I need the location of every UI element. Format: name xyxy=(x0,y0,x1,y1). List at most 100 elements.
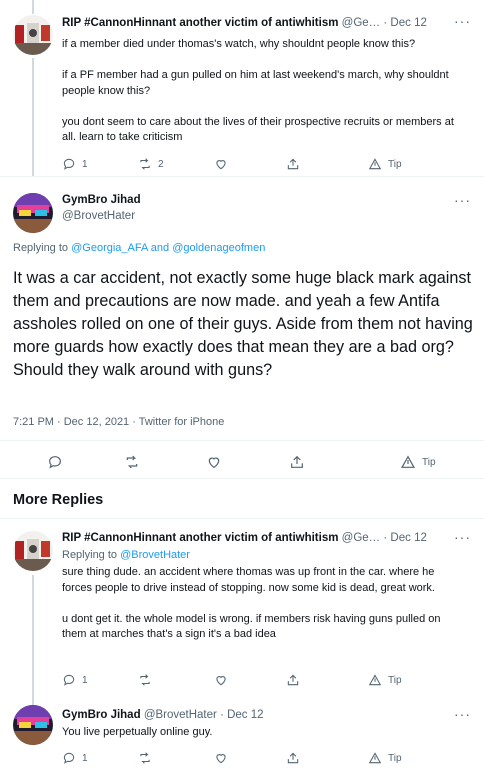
tip-icon xyxy=(368,752,382,764)
retweet-button[interactable] xyxy=(138,751,152,765)
more-icon[interactable]: ··· xyxy=(454,707,470,721)
share-icon xyxy=(287,752,299,764)
tip-label: Tip xyxy=(388,752,402,764)
tweet-text: You live perpetually online guy. xyxy=(62,726,213,738)
like-button[interactable] xyxy=(206,454,222,470)
share-button[interactable] xyxy=(286,751,300,765)
like-button[interactable] xyxy=(214,673,228,687)
reply-icon xyxy=(63,158,75,170)
tweet-paragraph: sure thing dude. an accident where thoma… xyxy=(62,566,435,594)
replying-user-link[interactable]: @BrovetHater xyxy=(120,549,190,561)
reply-button[interactable]: 1 xyxy=(62,673,88,687)
replying-to: Replying to @Georgia_AFA and @goldenageo… xyxy=(13,242,265,254)
reply-button[interactable]: 1 xyxy=(62,157,88,171)
separator-dot: · xyxy=(220,709,224,721)
reply-count: 1 xyxy=(82,158,88,170)
replying-prefix: Replying to xyxy=(62,549,118,561)
tweet-date[interactable]: Dec 12 xyxy=(390,17,426,29)
divider xyxy=(0,176,484,177)
author-handle[interactable]: @Ge… xyxy=(342,17,381,29)
reply-button[interactable]: 1 xyxy=(62,751,88,765)
reply-count: 1 xyxy=(82,752,88,764)
reply-tweet[interactable]: RIP #CannonHinnant another victim of ant… xyxy=(0,519,484,705)
avatar[interactable] xyxy=(13,193,53,233)
tip-icon xyxy=(368,158,382,170)
retweet-count: 2 xyxy=(158,158,164,170)
tip-label: Tip xyxy=(388,158,402,170)
tip-label: Tip xyxy=(422,456,436,468)
thread-line-below-avatar xyxy=(32,58,34,176)
share-button[interactable] xyxy=(289,454,305,470)
replying-and: and xyxy=(150,242,170,254)
author-name[interactable]: RIP #CannonHinnant another victim of ant… xyxy=(62,17,338,29)
tweet-meta[interactable]: 7:21 PM · Dec 12, 2021 · Twitter for iPh… xyxy=(13,416,224,428)
share-button[interactable] xyxy=(286,673,300,687)
heart-icon xyxy=(208,457,220,469)
author-handle[interactable]: @BrovetHater xyxy=(62,210,135,222)
author-handle[interactable]: @Ge… xyxy=(342,532,381,544)
author-name[interactable]: RIP #CannonHinnant another victim of ant… xyxy=(62,532,338,544)
tweet-text: sure thing dude. an accident where thoma… xyxy=(62,565,462,643)
more-replies-heading: More Replies xyxy=(13,492,104,508)
avatar[interactable] xyxy=(13,531,53,571)
more-icon[interactable]: ··· xyxy=(454,193,470,207)
tweet-paragraph: u dont get it. the whole model is wrong.… xyxy=(62,612,441,641)
reply-button[interactable] xyxy=(47,454,63,470)
tweet-paragraph: if a member died under thomas's watch, w… xyxy=(62,38,416,50)
divider xyxy=(0,478,484,479)
thread-line-top xyxy=(32,695,34,704)
top-tweet[interactable]: RIP #CannonHinnant another victim of ant… xyxy=(0,0,484,176)
replying-user-link[interactable]: @goldenageofmen xyxy=(172,242,265,254)
replying-prefix: Replying to xyxy=(13,242,69,254)
author-name[interactable]: GymBro Jihad xyxy=(62,194,141,206)
main-tweet-text: It was a car accident, not exactly some … xyxy=(13,269,473,379)
retweet-icon xyxy=(140,752,150,764)
tweet-actions: 1 Tip xyxy=(62,751,422,767)
tweet-header: GymBro Jihad @BrovetHater · Dec 12 xyxy=(62,709,264,721)
tip-button[interactable]: Tip xyxy=(400,454,436,470)
author-name[interactable]: GymBro Jihad xyxy=(62,709,141,721)
avatar[interactable] xyxy=(13,705,53,745)
like-button[interactable] xyxy=(214,751,228,765)
thread-line-top xyxy=(32,0,34,14)
replying-user-link[interactable]: @Georgia_AFA xyxy=(71,242,148,254)
author-handle[interactable]: @BrovetHater xyxy=(144,709,217,721)
more-icon[interactable]: ··· xyxy=(454,14,470,28)
heart-icon xyxy=(216,676,226,686)
tweet-actions: 1 2 Tip xyxy=(62,157,422,173)
share-button[interactable] xyxy=(286,157,300,171)
tip-icon xyxy=(400,455,416,468)
tweet-date[interactable]: Dec 12 xyxy=(390,532,426,544)
tweet-header: RIP #CannonHinnant another victim of ant… xyxy=(62,17,427,29)
reply-icon xyxy=(63,674,75,686)
tweet-paragraph: if a PF member had a gun pulled on him a… xyxy=(62,69,449,97)
more-icon[interactable]: ··· xyxy=(454,530,470,544)
retweet-button[interactable] xyxy=(124,454,140,470)
tip-icon xyxy=(368,674,382,686)
divider xyxy=(0,440,484,441)
like-button[interactable] xyxy=(214,157,228,171)
tip-button[interactable]: Tip xyxy=(368,157,402,171)
separator-dot: · xyxy=(383,532,388,544)
share-icon xyxy=(291,455,303,468)
reply-tweet[interactable]: GymBro Jihad @BrovetHater · Dec 12 ··· Y… xyxy=(0,695,484,770)
retweet-button[interactable]: 2 xyxy=(138,157,164,171)
share-icon xyxy=(287,158,299,170)
retweet-icon xyxy=(140,158,150,170)
heart-icon xyxy=(216,754,226,764)
replying-to: Replying to @BrovetHater xyxy=(62,549,190,561)
tweet-paragraph: you dont seem to care about the lives of… xyxy=(62,115,454,144)
main-tweet-actions: Tip xyxy=(0,454,484,472)
retweet-icon xyxy=(140,674,150,686)
avatar[interactable] xyxy=(13,15,53,55)
reply-icon xyxy=(63,752,75,764)
retweet-button[interactable] xyxy=(138,673,152,687)
heart-icon xyxy=(216,160,226,170)
tweet-actions: 1 Tip xyxy=(62,673,422,689)
tip-button[interactable]: Tip xyxy=(368,751,402,765)
tip-label: Tip xyxy=(388,674,402,686)
tweet-date[interactable]: Dec 12 xyxy=(227,709,263,721)
tweet-header: RIP #CannonHinnant another victim of ant… xyxy=(62,532,427,544)
share-icon xyxy=(287,674,299,686)
tip-button[interactable]: Tip xyxy=(368,673,402,687)
